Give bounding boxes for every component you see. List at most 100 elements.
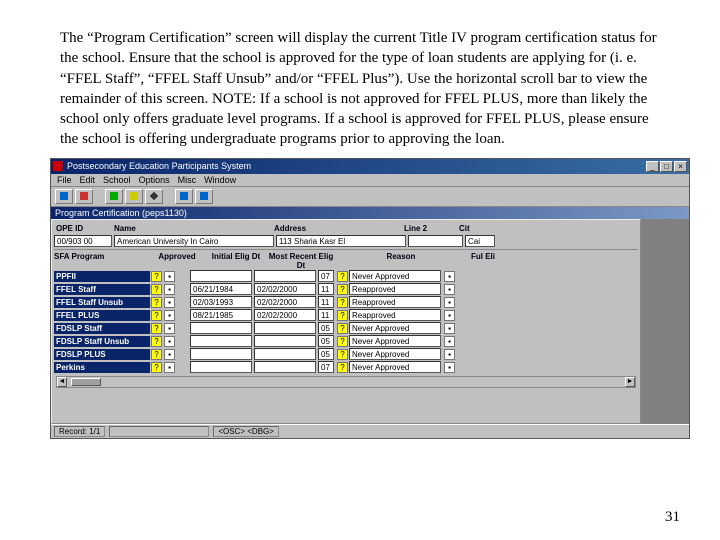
field-initial-date[interactable] bbox=[190, 335, 252, 347]
menu-window[interactable]: Window bbox=[204, 175, 236, 185]
col-recent: Most Recent Elig Dt bbox=[268, 252, 334, 270]
field-recent-date[interactable] bbox=[254, 335, 316, 347]
field-reason-text[interactable]: Never Approved bbox=[349, 348, 441, 360]
field-initial-date[interactable]: 02/03/1993 bbox=[190, 296, 252, 308]
lookup-icon[interactable]: ? bbox=[337, 297, 348, 308]
field-reason-text[interactable]: Reapproved bbox=[349, 296, 441, 308]
menu-options[interactable]: Options bbox=[139, 175, 170, 185]
flag-icon[interactable]: ▪ bbox=[444, 336, 455, 347]
field-reason-text[interactable]: Never Approved bbox=[349, 361, 441, 373]
toolbar-button[interactable] bbox=[105, 189, 123, 204]
lookup-icon[interactable]: ? bbox=[337, 310, 348, 321]
help-icon[interactable]: ? bbox=[151, 284, 162, 295]
minimize-button[interactable]: _ bbox=[646, 161, 659, 172]
app-icon bbox=[53, 161, 63, 171]
lookup-icon[interactable]: ? bbox=[337, 323, 348, 334]
field-initial-date[interactable] bbox=[190, 322, 252, 334]
field-recent-date[interactable]: 02/02/2000 bbox=[254, 296, 316, 308]
help-icon[interactable]: ? bbox=[151, 323, 162, 334]
menu-file[interactable]: File bbox=[57, 175, 72, 185]
field-reason-code[interactable]: 05 bbox=[318, 322, 334, 334]
approved-toggle[interactable]: ▪ bbox=[164, 310, 175, 321]
lookup-icon[interactable]: ? bbox=[337, 271, 348, 282]
field-recent-date[interactable] bbox=[254, 361, 316, 373]
flag-icon[interactable]: ▪ bbox=[444, 284, 455, 295]
field-initial-date[interactable] bbox=[190, 270, 252, 282]
scroll-left-arrow[interactable]: ◄ bbox=[57, 377, 67, 387]
col-reason: Reason bbox=[334, 252, 468, 270]
table-row: FFEL PLUS?▪08/21/198502/02/200011?Reappr… bbox=[54, 309, 638, 322]
approved-toggle[interactable]: ▪ bbox=[164, 284, 175, 295]
toolbar-button[interactable] bbox=[145, 189, 163, 204]
field-reason-code[interactable]: 07 bbox=[318, 270, 334, 282]
flag-icon[interactable]: ▪ bbox=[444, 310, 455, 321]
lookup-icon[interactable]: ? bbox=[337, 362, 348, 373]
help-icon[interactable]: ? bbox=[151, 271, 162, 282]
field-line2[interactable] bbox=[408, 235, 463, 247]
flag-icon[interactable]: ▪ bbox=[444, 362, 455, 373]
field-recent-date[interactable]: 02/02/2000 bbox=[254, 309, 316, 321]
toolbar-button[interactable] bbox=[125, 189, 143, 204]
field-reason-text[interactable]: Reapproved bbox=[349, 283, 441, 295]
field-reason-code[interactable]: 11 bbox=[318, 283, 334, 295]
field-reason-text[interactable]: Never Approved bbox=[349, 270, 441, 282]
field-initial-date[interactable]: 08/21/1985 bbox=[190, 309, 252, 321]
col-program: SFA Program bbox=[54, 252, 150, 270]
field-reason-code[interactable]: 05 bbox=[318, 335, 334, 347]
menu-misc[interactable]: Misc bbox=[178, 175, 197, 185]
approved-toggle[interactable]: ▪ bbox=[164, 271, 175, 282]
toolbar-button[interactable] bbox=[195, 189, 213, 204]
field-ope-id[interactable]: 00/903 00 bbox=[54, 235, 112, 247]
field-reason-text[interactable]: Reapproved bbox=[349, 309, 441, 321]
flag-icon[interactable]: ▪ bbox=[444, 271, 455, 282]
approved-toggle[interactable]: ▪ bbox=[164, 349, 175, 360]
toolbar-button[interactable] bbox=[55, 189, 73, 204]
approved-toggle[interactable]: ▪ bbox=[164, 362, 175, 373]
lookup-icon[interactable]: ? bbox=[337, 336, 348, 347]
maximize-button[interactable]: □ bbox=[660, 161, 673, 172]
field-recent-date[interactable] bbox=[254, 322, 316, 334]
field-recent-date[interactable] bbox=[254, 270, 316, 282]
scroll-thumb[interactable] bbox=[71, 378, 101, 386]
field-reason-code[interactable]: 05 bbox=[318, 348, 334, 360]
field-reason-text[interactable]: Never Approved bbox=[349, 335, 441, 347]
flag-icon[interactable]: ▪ bbox=[444, 349, 455, 360]
table-row: FDSLP PLUS?▪05?Never Approved▪ bbox=[54, 348, 638, 361]
field-initial-date[interactable] bbox=[190, 361, 252, 373]
row-program-label: FFEL PLUS bbox=[54, 310, 150, 321]
approved-toggle[interactable]: ▪ bbox=[164, 323, 175, 334]
help-icon[interactable]: ? bbox=[151, 310, 162, 321]
horizontal-scrollbar[interactable]: ◄ ► bbox=[56, 376, 636, 388]
menu-edit[interactable]: Edit bbox=[80, 175, 96, 185]
approved-toggle[interactable]: ▪ bbox=[164, 297, 175, 308]
field-reason-code[interactable]: 11 bbox=[318, 296, 334, 308]
flag-icon[interactable]: ▪ bbox=[444, 323, 455, 334]
field-initial-date[interactable]: 06/21/1984 bbox=[190, 283, 252, 295]
field-cit[interactable]: Cai bbox=[465, 235, 495, 247]
field-reason-code[interactable]: 11 bbox=[318, 309, 334, 321]
help-icon[interactable]: ? bbox=[151, 297, 162, 308]
toolbar-button[interactable] bbox=[75, 189, 93, 204]
field-initial-date[interactable] bbox=[190, 348, 252, 360]
help-icon[interactable]: ? bbox=[151, 336, 162, 347]
approved-toggle[interactable]: ▪ bbox=[164, 336, 175, 347]
field-reason-text[interactable]: Never Approved bbox=[349, 322, 441, 334]
help-icon[interactable]: ? bbox=[151, 349, 162, 360]
field-address[interactable]: 113 Sharia Kasr El bbox=[276, 235, 406, 247]
field-recent-date[interactable] bbox=[254, 348, 316, 360]
table-row: FDSLP Staff Unsub?▪05?Never Approved▪ bbox=[54, 335, 638, 348]
field-name[interactable]: American University In Cairo bbox=[114, 235, 274, 247]
label-line2: Line 2 bbox=[402, 223, 457, 234]
lookup-icon[interactable]: ? bbox=[337, 349, 348, 360]
status-mode: <OSC> <DBG> bbox=[213, 426, 279, 437]
close-button[interactable]: × bbox=[674, 161, 687, 172]
field-reason-code[interactable]: 07 bbox=[318, 361, 334, 373]
toolbar-button[interactable] bbox=[175, 189, 193, 204]
lookup-icon[interactable]: ? bbox=[337, 284, 348, 295]
flag-icon[interactable]: ▪ bbox=[444, 297, 455, 308]
menu-school[interactable]: School bbox=[103, 175, 131, 185]
help-icon[interactable]: ? bbox=[151, 362, 162, 373]
row-program-label: FDSLP Staff Unsub bbox=[54, 336, 150, 347]
field-recent-date[interactable]: 02/02/2000 bbox=[254, 283, 316, 295]
scroll-right-arrow[interactable]: ► bbox=[625, 377, 635, 387]
